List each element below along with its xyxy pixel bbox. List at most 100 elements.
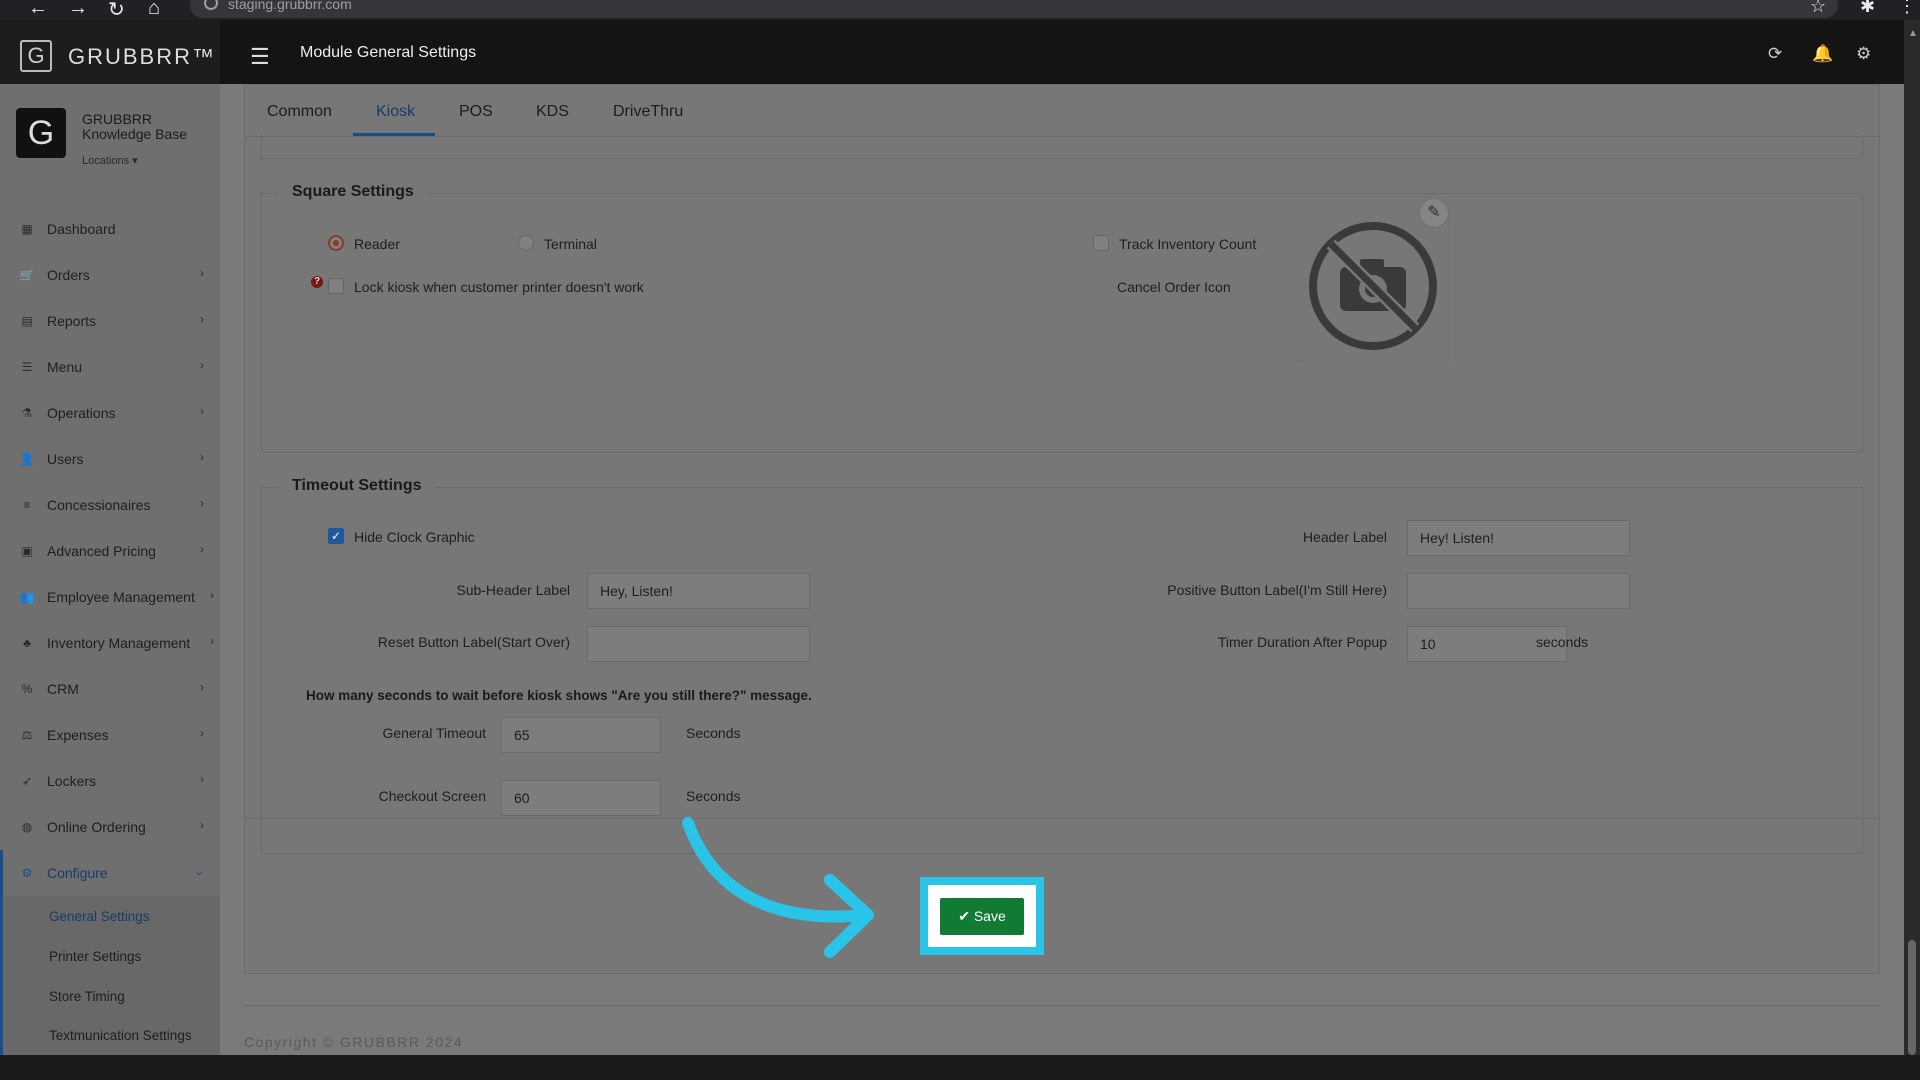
tab-kiosk[interactable]: Kiosk — [376, 103, 415, 121]
chevron-right-icon: › — [200, 496, 204, 510]
general-timeout-unit: Seconds — [686, 725, 741, 741]
tab-common[interactable]: Common — [267, 103, 332, 121]
sidebar-item-expenses[interactable]: ⚖ Expenses › — [0, 712, 220, 758]
sidebar-item-crm[interactable]: % CRM › — [0, 666, 220, 712]
help-icon[interactable]: ? — [311, 276, 323, 288]
address-bar[interactable] — [190, 0, 1838, 18]
sidebar-item-concessionaires[interactable]: ≡ Concessionaires › — [0, 482, 220, 528]
pencil-icon[interactable]: ✎ — [1419, 198, 1449, 228]
brand-name: GRUBBRR™ — [68, 44, 217, 69]
track-inventory-label: Track Inventory Count — [1119, 236, 1257, 252]
sidebar-item-employee-management[interactable]: 👥 Employee Management › — [0, 574, 220, 620]
back-icon[interactable]: ← — [28, 0, 48, 20]
tab-drivethru[interactable]: DriveThru — [613, 103, 683, 121]
flask-icon: ⚗ — [21, 406, 33, 420]
checkout-screen-input[interactable]: 60 — [501, 780, 661, 816]
sidebar: G GRUBBRR Knowledge Base Locations ▾ ▦ Da… — [0, 84, 220, 1055]
submenu-printer-settings[interactable]: Printer Settings — [3, 936, 220, 976]
logo[interactable]: G GRUBBRR™ — [0, 20, 220, 84]
extensions-icon[interactable]: ✱ — [1860, 0, 1875, 17]
sidebar-item-operations[interactable]: ⚗ Operations › — [0, 390, 220, 436]
sidebar-item-label: Expenses — [47, 727, 109, 743]
subheader-label: Sub-Header Label — [456, 582, 570, 598]
tab-kds[interactable]: KDS — [536, 103, 569, 121]
list-icon: ≡ — [23, 498, 31, 512]
checkout-screen-label: Checkout Screen — [378, 788, 486, 804]
reset-button-label: Reset Button Label(Start Over) — [377, 634, 570, 650]
general-timeout-label: General Timeout — [382, 725, 487, 741]
scrollbar-thumb[interactable] — [1908, 940, 1916, 1055]
sidebar-item-label: Lockers — [47, 773, 97, 789]
scrollbar[interactable]: ▲ — [1904, 20, 1920, 1055]
home-icon[interactable]: ⌂ — [148, 0, 160, 20]
reload-icon[interactable]: ↻ — [108, 0, 125, 22]
gear-icon: ⚙ — [21, 866, 33, 880]
sidebar-item-label: Configure — [47, 865, 108, 881]
header-label: Header Label — [1302, 529, 1387, 545]
tab-pos[interactable]: POS — [459, 103, 493, 121]
sidebar-item-label: CRM — [47, 681, 79, 697]
callout-arrow — [682, 817, 874, 958]
sidebar-item-reports[interactable]: ▤ Reports › — [0, 298, 220, 344]
hide-clock-label: Hide Clock Graphic — [354, 529, 475, 545]
cancel-order-image[interactable] — [1297, 210, 1449, 362]
scale-icon: ⚖ — [21, 728, 33, 742]
sidebar-item-label: Users — [47, 451, 84, 467]
percent-icon: % — [21, 682, 33, 696]
bell-icon[interactable]: 🔔 — [1812, 44, 1833, 64]
save-button[interactable]: ✔ Save — [940, 898, 1024, 935]
sidebar-item-users[interactable]: 👤 Users › — [0, 436, 220, 482]
file-icon: ▤ — [21, 314, 33, 328]
sidebar-item-orders[interactable]: 🛒 Orders › — [0, 252, 220, 298]
submenu-general-settings[interactable]: General Settings — [3, 896, 220, 936]
sidebar-item-advanced-pricing[interactable]: ▣ Advanced Pricing › — [0, 528, 220, 574]
chevron-right-icon: › — [200, 818, 204, 832]
sidebar-item-label: Operations — [47, 405, 116, 421]
sidebar-item-dashboard[interactable]: ▦ Dashboard — [0, 206, 220, 252]
sidebar-nav: ▦ Dashboard 🛒 Orders › ▤ Reports › ☰ Menu › ⚗ Op… — [0, 206, 220, 1055]
subheader-label-input[interactable]: Hey, Listen! — [587, 573, 810, 609]
terminal-radio[interactable] — [518, 235, 534, 251]
chevron-right-icon: › — [200, 726, 204, 740]
sidebar-item-label: Concessionaires — [47, 497, 151, 513]
chevron-right-icon: › — [200, 312, 204, 326]
reader-radio[interactable] — [328, 235, 344, 251]
gear-icon[interactable]: ⚙ — [1856, 44, 1871, 64]
globe-icon: ◍ — [21, 820, 33, 834]
chevron-right-icon: › — [210, 634, 214, 648]
timeout-settings-title: Timeout Settings — [278, 477, 436, 495]
bottom-bar — [0, 1055, 1920, 1080]
positive-button-input[interactable] — [1407, 573, 1630, 609]
submenu-textmunication-settings[interactable]: Textmunication Settings — [3, 1016, 220, 1055]
sidebar-item-inventory-management[interactable]: ♣ Inventory Management › — [0, 620, 220, 666]
track-inventory-checkbox[interactable] — [1093, 235, 1109, 251]
user-add-icon: 👤 — [19, 452, 35, 466]
hide-clock-checkbox[interactable]: ✓ — [328, 528, 344, 544]
sidebar-item-lockers[interactable]: ➶ Lockers › — [0, 758, 220, 804]
submenu-store-timing[interactable]: Store Timing — [3, 976, 220, 1016]
timeout-settings-section: Timeout Settings ✓ Hide Clock Graphic He… — [261, 477, 1863, 854]
locations-dropdown[interactable]: Locations ▾ — [82, 154, 138, 167]
forward-icon[interactable]: → — [68, 0, 88, 20]
cart-icon: 🛒 — [19, 268, 35, 282]
bookmark-star-icon[interactable]: ☆ — [1810, 0, 1826, 17]
chevron-right-icon: › — [200, 358, 204, 372]
sitemap-icon: ♣ — [23, 636, 31, 650]
browser-menu-icon[interactable]: ⋮ — [1898, 0, 1916, 17]
refresh-icon[interactable]: ⟳ — [1768, 44, 1782, 64]
timer-unit: seconds — [1536, 634, 1589, 650]
header-label-input[interactable]: Hey! Listen! — [1407, 520, 1630, 556]
hamburger-icon[interactable]: ☰ — [250, 44, 270, 70]
timeout-note: How many seconds to wait before kiosk sh… — [306, 688, 812, 703]
reset-button-input[interactable] — [587, 626, 810, 662]
lock-kiosk-checkbox[interactable] — [328, 278, 344, 294]
chevron-right-icon: › — [200, 266, 204, 280]
save-button-label: Save — [973, 908, 1006, 924]
scroll-up-icon[interactable]: ▲ — [1908, 28, 1918, 39]
sidebar-item-online-ordering[interactable]: ◍ Online Ordering › — [0, 804, 220, 850]
terminal-label: Terminal — [544, 236, 597, 252]
general-timeout-input[interactable]: 65 — [501, 717, 661, 753]
sidebar-item-configure[interactable]: ⚙ Configure ⌄ — [0, 850, 220, 896]
sidebar-item-label: Online Ordering — [47, 819, 146, 835]
sidebar-item-menu[interactable]: ☰ Menu › — [0, 344, 220, 390]
